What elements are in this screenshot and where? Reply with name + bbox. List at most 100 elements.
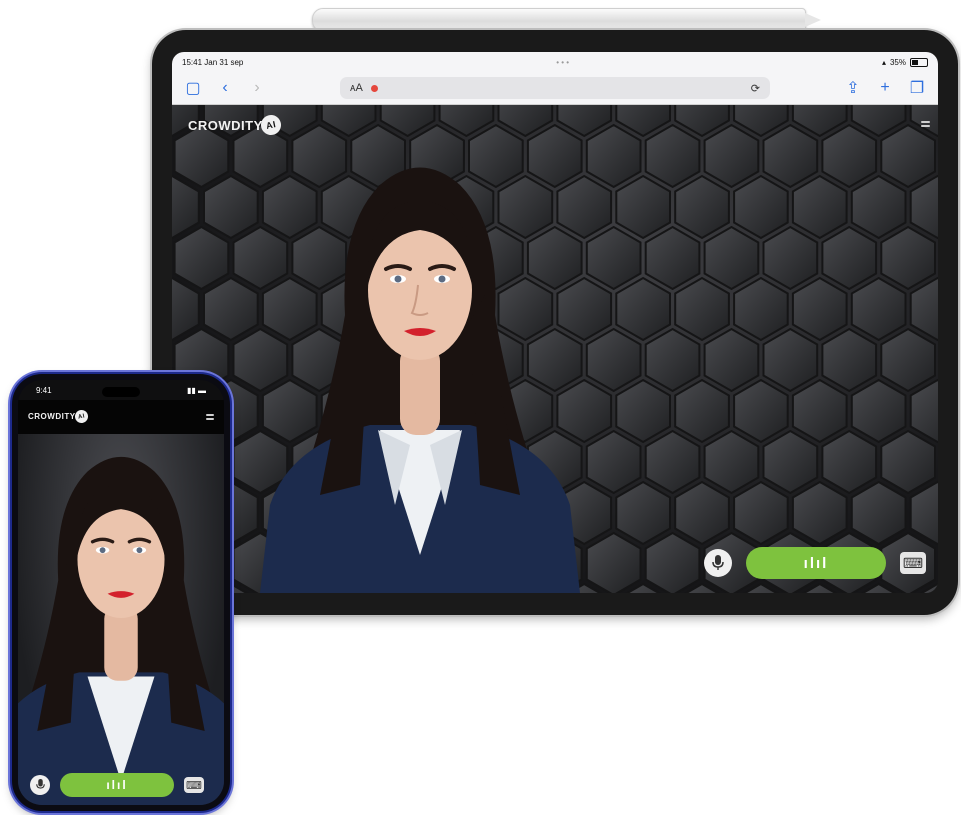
hexagon-tile	[821, 429, 878, 495]
dynamic-island	[102, 387, 140, 397]
hexagon-tile	[615, 174, 671, 240]
hexagon-tile	[585, 123, 642, 189]
phone-header: CROWDITY AI	[18, 400, 224, 434]
hexagon-tile	[674, 276, 730, 342]
hexagon-tile	[909, 174, 938, 240]
ai-avatar-portrait	[260, 167, 580, 593]
wifi-icon: ▴	[881, 57, 886, 67]
avatar-stage: CROWDITY AI ılıl ⌨	[172, 105, 938, 593]
soundwave-icon: ılıl	[803, 554, 829, 572]
tablet-screen: 15:41 Jan 31 sep • • • ▴ 35% ▢ ‹ › ᴀA ⟳ …	[172, 52, 938, 593]
hexagon-tile	[615, 378, 671, 444]
hexagon-tile	[644, 327, 701, 393]
multitask-dots-icon: • • •	[556, 57, 570, 67]
hexagon-tile	[644, 531, 701, 593]
back-icon[interactable]: ‹	[216, 79, 234, 97]
hexagon-tile	[703, 123, 760, 189]
phone-voice-controls: ılıl ⌨	[30, 773, 204, 797]
hexagon-tile	[821, 327, 878, 393]
phone-microphone-icon	[35, 779, 45, 789]
hexagon-tile	[762, 327, 819, 393]
hexagon-tile	[880, 429, 936, 495]
hexagon-tile	[791, 378, 848, 444]
hexagon-tile	[615, 480, 671, 546]
battery-percent: 35%	[889, 57, 906, 67]
phone-talk-button[interactable]: ılıl	[60, 773, 174, 797]
hexagon-tile	[791, 174, 848, 240]
hexagon-tile	[585, 531, 642, 593]
tabs-overview-icon[interactable]: ❐	[908, 78, 926, 98]
hexagon-tile	[644, 429, 701, 495]
reload-icon[interactable]: ⟳	[751, 82, 760, 95]
hexagon-tile	[880, 225, 936, 291]
phone-menu-icon[interactable]	[206, 414, 214, 420]
phone-microphone-button[interactable]	[30, 775, 50, 795]
new-tab-icon[interactable]: +	[876, 79, 894, 97]
hexagon-tile	[821, 225, 878, 291]
phone-avatar-stage: ılıl ⌨	[18, 434, 224, 805]
hexagon-tile	[585, 327, 642, 393]
sidebar-icon[interactable]: ▢	[184, 78, 202, 98]
phone-logo-text: CROWDITY	[28, 412, 76, 421]
hexagon-tile	[703, 327, 760, 393]
recording-indicator-icon	[370, 84, 378, 92]
hexagon-tile	[821, 123, 878, 189]
hexagon-tile	[203, 174, 259, 240]
hexagon-tile	[733, 276, 789, 342]
keyboard-icon: ⌨	[902, 554, 924, 571]
status-indicators: ▴ 35%	[881, 57, 928, 67]
logo-text: CROWDITY	[188, 117, 263, 133]
phone-keyboard-icon: ⌨	[186, 779, 202, 792]
microphone-icon	[712, 555, 724, 570]
phone-screen: 9:41 ▮▮ ▬ CROWDITY AI ılıl ⌨	[18, 380, 224, 805]
hexagon-tile	[880, 327, 936, 393]
forward-icon[interactable]: ›	[248, 79, 266, 97]
hexagon-tile	[850, 276, 907, 342]
tablet-device: 15:41 Jan 31 sep • • • ▴ 35% ▢ ‹ › ᴀA ⟳ …	[152, 30, 958, 615]
hexagon-tile	[909, 480, 938, 546]
crowdity-logo[interactable]: CROWDITY AI	[188, 113, 283, 137]
talk-button[interactable]: ılıl	[746, 547, 886, 579]
address-bar[interactable]: ᴀA ⟳	[340, 77, 770, 99]
phone-keyboard-button[interactable]: ⌨	[184, 777, 204, 793]
hexagon-tile	[909, 378, 938, 444]
battery-icon	[910, 57, 928, 67]
hexagon-tile	[762, 225, 819, 291]
hexagon-tile	[791, 276, 848, 342]
phone-device: 9:41 ▮▮ ▬ CROWDITY AI ılıl ⌨	[12, 374, 230, 811]
phone-signal-icon: ▮▮ ▬	[186, 385, 206, 395]
hexagon-tile	[172, 174, 200, 240]
hexagon-tile	[674, 174, 730, 240]
phone-logo-ai-badge: AI	[73, 408, 89, 425]
hexagon-tile	[762, 429, 819, 495]
voice-controls: ılıl ⌨	[704, 547, 926, 579]
phone-ai-avatar-portrait	[18, 456, 224, 805]
hexagon-tile	[173, 225, 230, 291]
reader-icon[interactable]: ᴀA	[350, 82, 363, 94]
hexagon-tile	[585, 429, 642, 495]
hexagon-tile	[585, 225, 642, 291]
hexagon-tile	[850, 480, 907, 546]
phone-soundwave-icon: ılıl	[106, 778, 128, 792]
hexagon-tile	[615, 276, 671, 342]
hexagon-tile	[172, 276, 200, 342]
hexagon-tile	[644, 225, 701, 291]
hexagon-tile	[850, 378, 907, 444]
hexagon-tile	[674, 378, 730, 444]
menu-icon[interactable]	[921, 121, 930, 127]
hexagon-tile	[909, 276, 938, 342]
apple-pencil	[312, 8, 821, 32]
browser-toolbar: ▢ ‹ › ᴀA ⟳ ⇪ + ❐	[172, 72, 938, 105]
keyboard-button[interactable]: ⌨	[900, 552, 926, 574]
hexagon-tile	[644, 123, 701, 189]
hexagon-tile	[703, 225, 760, 291]
hexagon-tile	[674, 480, 730, 546]
microphone-button[interactable]	[704, 549, 732, 577]
pencil-tip	[805, 13, 821, 27]
share-icon[interactable]: ⇪	[844, 78, 862, 98]
hexagon-tile	[762, 123, 819, 189]
tablet-status-bar: 15:41 Jan 31 sep • • • ▴ 35%	[172, 52, 938, 72]
phone-crowdity-logo[interactable]: CROWDITY AI	[28, 408, 89, 425]
hexagon-tile	[880, 123, 936, 189]
hexagon-tile	[733, 480, 789, 546]
